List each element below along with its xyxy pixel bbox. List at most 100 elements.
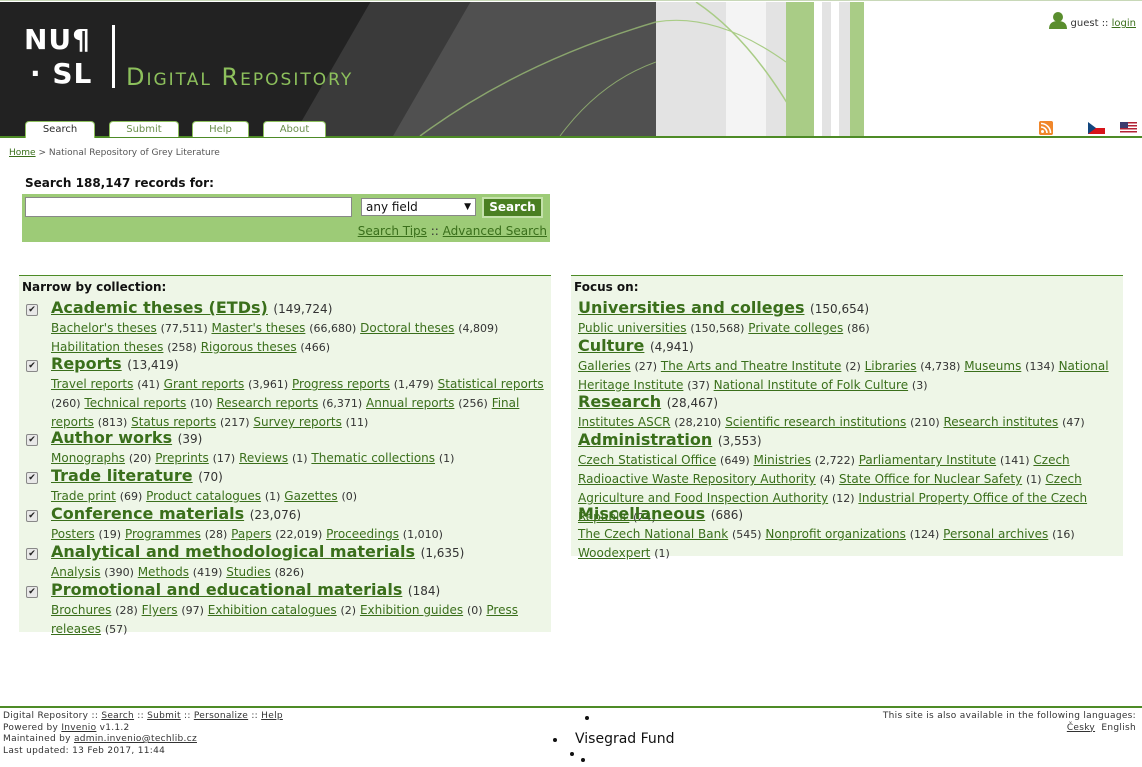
collection-heading: Culture (4,941) xyxy=(578,336,694,357)
subcollection-link[interactable]: Private colleges xyxy=(748,321,843,335)
subcollection-link[interactable]: Gazettes xyxy=(284,489,337,503)
collection-link[interactable]: Promotional and educational materials xyxy=(51,580,402,599)
tab-submit[interactable]: Submit xyxy=(109,121,179,137)
subcollection-link[interactable]: Programmes xyxy=(125,527,201,541)
collection-checkbox[interactable]: ✔ xyxy=(26,434,38,446)
visegrad-fund-logo[interactable]: Visegrad Fund xyxy=(551,712,691,766)
subcollection-link[interactable]: Habilitation theses xyxy=(51,340,163,354)
subcollection-link[interactable]: Trade print xyxy=(51,489,116,503)
collection-link[interactable]: Reports xyxy=(51,354,122,373)
subcollection-link[interactable]: Grant reports xyxy=(164,377,245,391)
footer-link-help[interactable]: Help xyxy=(261,711,283,721)
collection-link[interactable]: Academic theses (ETDs) xyxy=(51,298,268,317)
subcollection-link[interactable]: Research reports xyxy=(217,396,319,410)
tab-about[interactable]: About xyxy=(263,121,326,137)
subcollection-link[interactable]: Woodexpert xyxy=(578,546,650,560)
subcollection-link[interactable]: Ministries xyxy=(753,453,811,467)
subcollection-count: (19) xyxy=(98,528,122,541)
subcollection-link[interactable]: Institutes ASCR xyxy=(578,415,670,429)
subcollection-link[interactable]: State Office for Nuclear Safety xyxy=(839,472,1022,486)
breadcrumb-home[interactable]: Home xyxy=(9,148,36,158)
subcollection-list: Galleries (27) The Arts and Theatre Inst… xyxy=(578,357,1122,395)
collection-link[interactable]: Conference materials xyxy=(51,504,244,523)
subcollection-link[interactable]: Museums xyxy=(964,359,1021,373)
subcollection-link[interactable]: The Czech National Bank xyxy=(578,527,728,541)
search-box: any field ▼ Search Search Tips :: Advanc… xyxy=(22,194,550,242)
footer-admin-email-link[interactable]: admin.invenio@techlib.cz xyxy=(74,734,197,744)
field-select[interactable]: any field ▼ xyxy=(361,198,476,216)
subcollection-link[interactable]: Flyers xyxy=(142,603,178,617)
subcollection-link[interactable]: Personal archives xyxy=(943,527,1048,541)
footer-link-search[interactable]: Search xyxy=(101,711,134,721)
subcollection-link[interactable]: Monographs xyxy=(51,451,125,465)
subcollection-link[interactable]: Doctoral theses xyxy=(360,321,454,335)
subcollection-count: (47) xyxy=(1062,416,1085,429)
header: NU¶ · SL Digital Repository Search Submi… xyxy=(0,0,1142,138)
subcollection-link[interactable]: Public universities xyxy=(578,321,687,335)
collection-link[interactable]: Miscellaneous xyxy=(578,504,705,523)
subcollection-link[interactable]: Thematic collections xyxy=(311,451,435,465)
collection-checkbox[interactable]: ✔ xyxy=(26,548,38,560)
footer-invenio-link[interactable]: Invenio xyxy=(61,723,96,733)
subcollection-link[interactable]: Research institutes xyxy=(944,415,1059,429)
footer-link-personalize[interactable]: Personalize xyxy=(194,711,248,721)
collection-checkbox[interactable]: ✔ xyxy=(26,360,38,372)
subcollection-link[interactable]: Nonprofit organizations xyxy=(765,527,906,541)
subcollection-count: (97) xyxy=(181,604,204,617)
login-link[interactable]: login xyxy=(1112,18,1136,29)
collection-link[interactable]: Author works xyxy=(51,428,172,447)
rss-icon[interactable] xyxy=(1039,121,1053,135)
subcollection-link[interactable]: Brochures xyxy=(51,603,111,617)
subcollection-link[interactable]: Czech Statistical Office xyxy=(578,453,716,467)
subcollection-count: (57) xyxy=(104,623,128,636)
subcollection-link[interactable]: Survey reports xyxy=(253,415,341,429)
collection-checkbox[interactable]: ✔ xyxy=(26,304,38,316)
subcollection-link[interactable]: Bachelor's theses xyxy=(51,321,157,335)
subcollection-link[interactable]: Reviews xyxy=(239,451,288,465)
footer-lang-cesky-link[interactable]: Česky xyxy=(1067,723,1095,733)
subcollection-link[interactable]: Exhibition guides xyxy=(360,603,463,617)
collection-link[interactable]: Trade literature xyxy=(51,466,193,485)
search-tips-link[interactable]: Search Tips xyxy=(358,224,427,238)
collection-checkbox[interactable]: ✔ xyxy=(26,510,38,522)
advanced-search-link[interactable]: Advanced Search xyxy=(443,224,547,238)
flag-us-icon[interactable] xyxy=(1120,122,1137,134)
subcollection-link[interactable]: Travel reports xyxy=(51,377,133,391)
subcollection-link[interactable]: Technical reports xyxy=(84,396,186,410)
subcollection-link[interactable]: Proceedings xyxy=(326,527,399,541)
collection-link[interactable]: Research xyxy=(578,392,661,411)
subcollection-link[interactable]: Master's theses xyxy=(211,321,305,335)
subcollection-link[interactable]: Papers xyxy=(231,527,271,541)
subcollection-link[interactable]: Product catalogues xyxy=(146,489,261,503)
subcollection-link[interactable]: Studies xyxy=(226,565,271,579)
subcollection-link[interactable]: Methods xyxy=(138,565,189,579)
subcollection-link[interactable]: Exhibition catalogues xyxy=(208,603,337,617)
footer-version: v1.1.2 xyxy=(99,722,130,733)
collection-checkbox[interactable]: ✔ xyxy=(26,586,38,598)
subcollection-link[interactable]: Progress reports xyxy=(292,377,390,391)
subcollection-link[interactable]: Libraries xyxy=(865,359,917,373)
subcollection-link[interactable]: The Arts and Theatre Institute xyxy=(661,359,842,373)
collection-link[interactable]: Administration xyxy=(578,430,712,449)
subcollection-link[interactable]: Galleries xyxy=(578,359,631,373)
collection-link[interactable]: Analytical and methodological materials xyxy=(51,542,415,561)
collection-checkbox[interactable]: ✔ xyxy=(26,472,38,484)
subcollection-link[interactable]: Parliamentary Institute xyxy=(859,453,996,467)
subcollection-link[interactable]: Statistical reports xyxy=(438,377,544,391)
collection-link[interactable]: Culture xyxy=(578,336,644,355)
subcollection-link[interactable]: Preprints xyxy=(155,451,209,465)
subcollection-link[interactable]: Analysis xyxy=(51,565,100,579)
collection-link[interactable]: Universities and colleges xyxy=(578,298,804,317)
subcollection-link[interactable]: Status reports xyxy=(131,415,216,429)
search-button[interactable]: Search xyxy=(482,197,543,218)
subcollection-link[interactable]: Posters xyxy=(51,527,95,541)
subcollection-link[interactable]: Rigorous theses xyxy=(201,340,297,354)
subcollection-link[interactable]: Annual reports xyxy=(366,396,454,410)
footer-link-submit[interactable]: Submit xyxy=(147,711,181,721)
subcollection-link[interactable]: Scientific research institutions xyxy=(725,415,906,429)
flag-cz-icon[interactable] xyxy=(1088,122,1105,134)
subcollection-link[interactable]: National Institute of Folk Culture xyxy=(714,378,908,392)
tab-help[interactable]: Help xyxy=(192,121,249,137)
tab-search[interactable]: Search xyxy=(25,121,95,138)
search-input[interactable] xyxy=(25,197,352,217)
